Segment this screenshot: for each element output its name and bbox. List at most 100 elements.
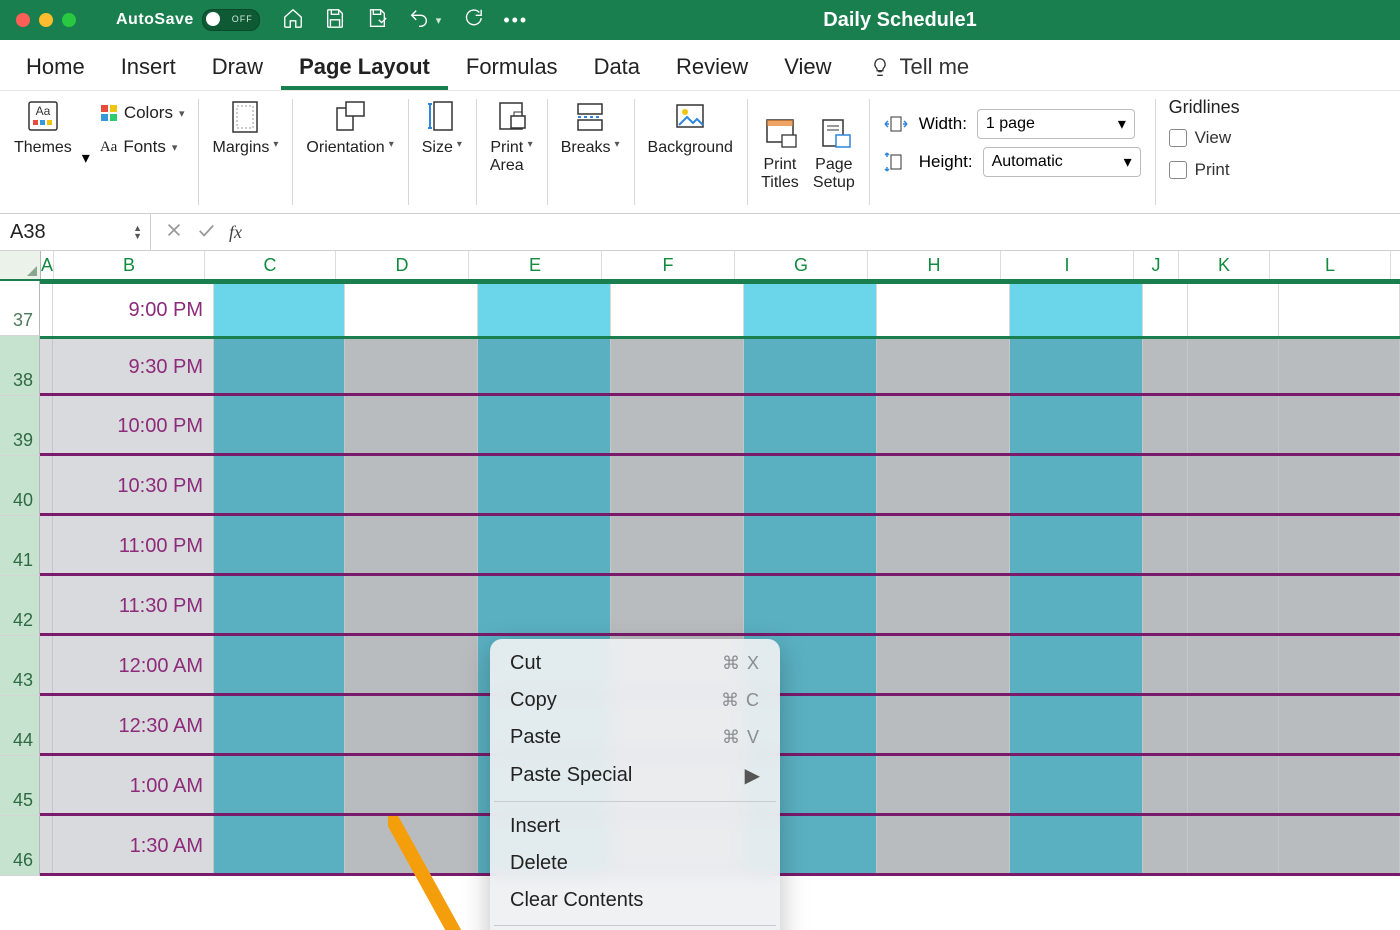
cell[interactable] [345,396,478,456]
row-header[interactable]: 45 [0,756,40,816]
cell[interactable] [1010,636,1143,696]
cell[interactable] [40,456,53,516]
cell[interactable] [214,576,345,636]
cell[interactable] [1010,816,1143,876]
row-header[interactable]: 41 [0,516,40,576]
cell[interactable]: 11:30 PM [53,576,214,636]
cell[interactable] [40,756,53,816]
redo-icon[interactable] [461,7,483,34]
cell[interactable] [1279,456,1400,516]
cell[interactable]: 9:00 PM [53,284,214,336]
undo-icon[interactable] [408,7,430,34]
cell[interactable] [877,456,1010,516]
cell[interactable] [1143,339,1188,396]
size-button[interactable]: Size▾ [422,97,462,157]
col-header[interactable]: I [1001,251,1134,279]
orientation-button[interactable]: Orientation▾ [306,97,393,157]
row-header[interactable]: 40 [0,456,40,516]
select-all-corner[interactable] [0,251,41,279]
cell[interactable] [1188,456,1279,516]
cell[interactable] [877,576,1010,636]
cell[interactable] [877,339,1010,396]
tab-page-layout[interactable]: Page Layout [281,44,448,90]
cell[interactable] [478,456,611,516]
col-header[interactable]: A [41,251,54,279]
cell[interactable] [1279,396,1400,456]
menu-item[interactable]: Insert [490,808,780,845]
cell[interactable] [1143,816,1188,876]
margins-button[interactable]: Margins▾ [212,97,278,157]
cell[interactable] [744,576,877,636]
col-header[interactable]: E [469,251,602,279]
row-header[interactable]: 38 [0,336,40,396]
cell[interactable] [1188,516,1279,576]
name-box-stepper[interactable]: ▲▼ [133,224,142,240]
cell[interactable] [1143,396,1188,456]
cell[interactable] [40,339,53,396]
tell-me-search[interactable]: Tell me [855,44,983,90]
cell[interactable] [345,576,478,636]
undo-caret-icon[interactable]: ▾ [436,14,442,27]
cell[interactable] [1279,516,1400,576]
cell[interactable] [1010,576,1143,636]
cell[interactable] [1143,516,1188,576]
cell[interactable] [478,339,611,396]
cell[interactable] [1188,396,1279,456]
tab-data[interactable]: Data [576,44,658,90]
col-header[interactable]: L [1270,251,1391,279]
cell[interactable] [1279,816,1400,876]
row-header[interactable]: 37 [0,281,40,336]
width-select[interactable]: 1 page▾ [977,109,1135,139]
cell[interactable] [1010,396,1143,456]
cell[interactable] [1279,284,1400,336]
page-setup-button[interactable]: Page Setup [813,114,855,192]
cell[interactable] [877,396,1010,456]
cell[interactable] [345,456,478,516]
breaks-button[interactable]: Breaks▾ [561,97,620,157]
cell[interactable] [1279,636,1400,696]
cell[interactable] [345,339,478,396]
cell[interactable] [40,636,53,696]
gridlines-print-checkbox[interactable]: Print [1169,160,1230,180]
cell[interactable] [1143,576,1188,636]
cell[interactable] [214,756,345,816]
cell[interactable] [1279,339,1400,396]
cell[interactable] [1010,339,1143,396]
menu-item[interactable]: Paste⌘ V [490,719,780,756]
cell[interactable] [478,516,611,576]
more-icon[interactable]: ••• [503,10,528,31]
cell[interactable] [1188,756,1279,816]
cell[interactable] [345,516,478,576]
cell[interactable] [40,284,53,336]
cell[interactable]: 12:30 AM [53,696,214,756]
cell[interactable] [1143,636,1188,696]
cell[interactable] [744,516,877,576]
cell[interactable] [345,284,478,336]
tab-formulas[interactable]: Formulas [448,44,576,90]
name-box[interactable]: A38 ▲▼ [0,214,151,250]
row-header[interactable]: 44 [0,696,40,756]
col-header[interactable]: J [1134,251,1179,279]
col-header[interactable]: H [868,251,1001,279]
cell[interactable]: 9:30 PM [53,339,214,396]
cell[interactable]: 10:00 PM [53,396,214,456]
zoom-window-icon[interactable] [62,13,76,27]
cell[interactable] [345,816,478,876]
cell[interactable] [877,516,1010,576]
cell[interactable] [744,456,877,516]
cell[interactable] [611,396,744,456]
tab-home[interactable]: Home [8,44,103,90]
cell[interactable] [1010,284,1143,336]
cell[interactable] [1279,756,1400,816]
cell[interactable] [877,816,1010,876]
col-header[interactable]: K [1179,251,1270,279]
tab-draw[interactable]: Draw [194,44,281,90]
cancel-icon[interactable] [165,221,183,244]
cell[interactable]: 11:00 PM [53,516,214,576]
cell[interactable] [611,516,744,576]
height-select[interactable]: Automatic▾ [983,147,1141,177]
fx-icon[interactable]: fx [229,222,242,243]
cell[interactable] [214,339,345,396]
cell[interactable] [345,756,478,816]
print-area-button[interactable]: Print Area▾ [490,97,533,175]
